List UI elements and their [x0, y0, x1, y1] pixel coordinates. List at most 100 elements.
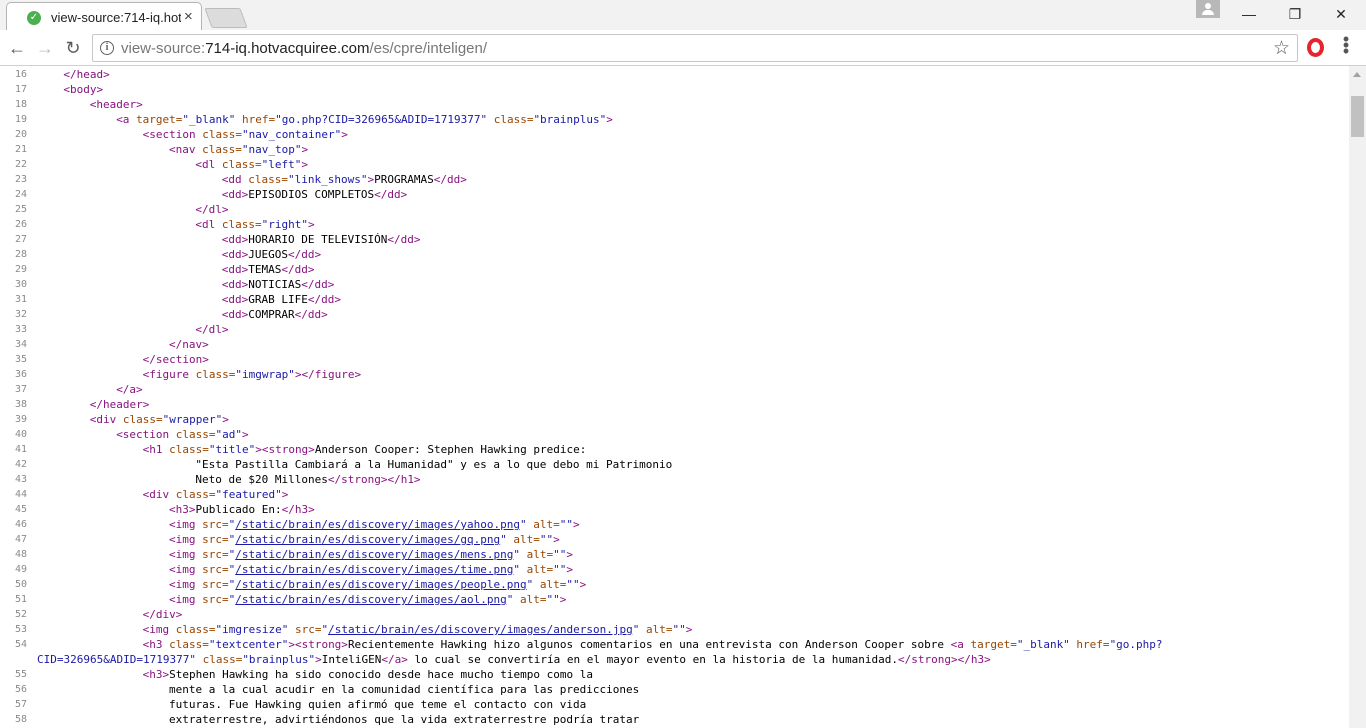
line-code: <img src="/static/brain/es/discovery/ima…	[169, 517, 580, 532]
line-number: 19	[14, 114, 27, 125]
close-icon[interactable]: ×	[184, 8, 193, 25]
code-token: >	[566, 548, 574, 561]
menu-icon[interactable]: • • •	[1341, 30, 1351, 60]
minimize-button[interactable]: —	[1226, 0, 1272, 28]
line-code: <dd>COMPRAR</dd>	[222, 307, 328, 322]
line-number: 46	[14, 519, 27, 530]
info-icon[interactable]: i	[100, 41, 114, 55]
reload-icon[interactable]: ↻	[61, 36, 85, 60]
code-token: href=	[1069, 638, 1110, 651]
source-line: 50 <img src="/static/brain/es/discovery/i…	[0, 577, 1349, 592]
line-code: <dd>EPISODIOS COMPLETOS</dd>	[222, 187, 407, 202]
line-code: </a>	[116, 382, 143, 397]
code-token: "ad"	[215, 428, 243, 441]
line-code: <h3 class="textcenter"><strong>Recientem…	[143, 637, 1163, 652]
code-token: >	[685, 623, 693, 636]
source-line: 25 </dl>	[0, 202, 1349, 217]
line-code: <section class="nav_container">	[143, 127, 348, 142]
code-token: "go.php?CID=326965&ADID=1719377"	[275, 113, 488, 126]
source-line: 20 <section class="nav_container">	[0, 127, 1349, 142]
code-token: </dd>	[294, 308, 328, 321]
source-link[interactable]: /static/brain/es/discovery/images/people…	[235, 578, 526, 591]
code-token: </strong></h1>	[327, 473, 421, 486]
source-link[interactable]: /static/brain/es/discovery/images/time.p…	[235, 563, 513, 576]
code-token: <dl	[195, 158, 222, 171]
source-line: 53 <img class="imgresize" src="/static/br…	[0, 622, 1349, 637]
window-close-button[interactable]: ✕	[1318, 0, 1364, 28]
line-code: <img src="/static/brain/es/discovery/ima…	[169, 562, 573, 577]
line-number: 51	[14, 594, 27, 605]
code-token: src=	[202, 533, 229, 546]
url-text[interactable]: view-source:714-iq.hotvacquiree.com/es/c…	[121, 40, 487, 57]
opera-icon[interactable]	[1307, 38, 1324, 57]
vertical-scrollbar[interactable]	[1349, 66, 1366, 728]
tab-strip: ✓ view-source:714-iq.hotvacquiree.com/es…	[0, 0, 1366, 30]
code-token: >	[222, 413, 229, 426]
source-line: 36 <figure class="imgwrap"></figure>	[0, 367, 1349, 382]
source-line: 32 <dd>COMPRAR</dd>	[0, 307, 1349, 322]
check-favicon-icon: ✓	[27, 11, 41, 25]
star-icon[interactable]: ☆	[1273, 37, 1290, 60]
line-code: <img class="imgresize" src="/static/brai…	[143, 622, 693, 637]
line-code: </section>	[143, 352, 209, 367]
back-arrow-icon[interactable]: ←	[5, 36, 29, 60]
code-token: GRAB LIFE	[248, 293, 308, 306]
line-code: </dl>	[195, 322, 228, 337]
code-token: "	[520, 518, 527, 531]
source-line: 58 extraterrestre, advirtiéndonos que la …	[0, 712, 1349, 727]
code-token: <h3>	[142, 668, 170, 681]
line-number: 55	[14, 669, 27, 680]
profile-icon[interactable]	[1196, 0, 1220, 18]
code-token: Neto de $20 Millones	[195, 473, 328, 486]
source-link[interactable]: /static/brain/es/discovery/images/mens.p…	[235, 548, 513, 561]
code-token: "Esta Pastilla Cambiará a la Humanidad" …	[195, 458, 673, 471]
line-code: </dl>	[195, 202, 228, 217]
source-view[interactable]: 16 </head> 17 <body> 18 <header> 19 <a target="…	[0, 66, 1349, 728]
code-token: ""	[553, 563, 567, 576]
line-code: </nav>	[169, 337, 209, 352]
source-link[interactable]: /static/brain/es/discovery/images/anders…	[328, 623, 633, 636]
line-number: 49	[14, 564, 27, 575]
code-token: <section	[116, 428, 176, 441]
new-tab-button[interactable]	[204, 8, 248, 28]
code-token: <dd>	[221, 293, 249, 306]
source-line: 48 <img src="/static/brain/es/discovery/i…	[0, 547, 1349, 562]
code-token: extraterrestre, advirtiéndonos que la vi…	[169, 713, 640, 726]
line-number: 30	[14, 279, 27, 290]
code-token: <img	[169, 548, 203, 561]
restore-button[interactable]: ❐	[1272, 0, 1318, 28]
scrollbar-thumb[interactable]	[1351, 96, 1364, 137]
code-token: "title"	[208, 443, 256, 456]
code-token: alt=	[533, 578, 567, 591]
line-code: <div class="wrapper">	[90, 412, 229, 427]
code-token: >	[242, 428, 249, 441]
code-token: </dd>	[433, 173, 467, 186]
code-token: class=	[195, 368, 236, 381]
source-link[interactable]: /static/brain/es/discovery/images/yahoo.…	[235, 518, 520, 531]
scroll-up-arrow-icon[interactable]	[1353, 72, 1361, 77]
code-token: ""	[546, 593, 560, 606]
code-token: </dd>	[301, 278, 335, 291]
active-tab[interactable]: ✓ view-source:714-iq.hotvacquiree.com/es…	[6, 2, 202, 30]
forward-arrow-icon[interactable]: →	[33, 36, 57, 60]
line-code: extraterrestre, advirtiéndonos que la vi…	[169, 712, 639, 727]
line-number: 22	[14, 159, 27, 170]
line-number: 40	[14, 429, 27, 440]
line-code: <dd>JUEGOS</dd>	[222, 247, 321, 262]
line-number: 36	[14, 369, 27, 380]
line-number: 39	[14, 414, 27, 425]
line-number: 23	[14, 174, 27, 185]
line-number: 31	[14, 294, 27, 305]
code-token: </div>	[142, 608, 183, 621]
address-bar[interactable]: i view-source:714-iq.hotvacquiree.com/es…	[92, 34, 1298, 62]
code-token: "right"	[261, 218, 308, 231]
source-link[interactable]: /static/brain/es/discovery/images/aol.pn…	[235, 593, 507, 606]
code-token: ""	[539, 533, 554, 546]
line-number: 21	[14, 144, 27, 155]
line-code: <img src="/static/brain/es/discovery/ima…	[169, 592, 566, 607]
line-number: 48	[14, 549, 27, 560]
source-link[interactable]: /static/brain/es/discovery/images/gq.png	[235, 533, 500, 546]
code-token: </nav>	[169, 338, 209, 351]
code-token: Anderson Cooper: Stephen Hawking predice…	[314, 443, 587, 456]
source-line: 56 mente a la cual acudir en la comunidad…	[0, 682, 1349, 697]
